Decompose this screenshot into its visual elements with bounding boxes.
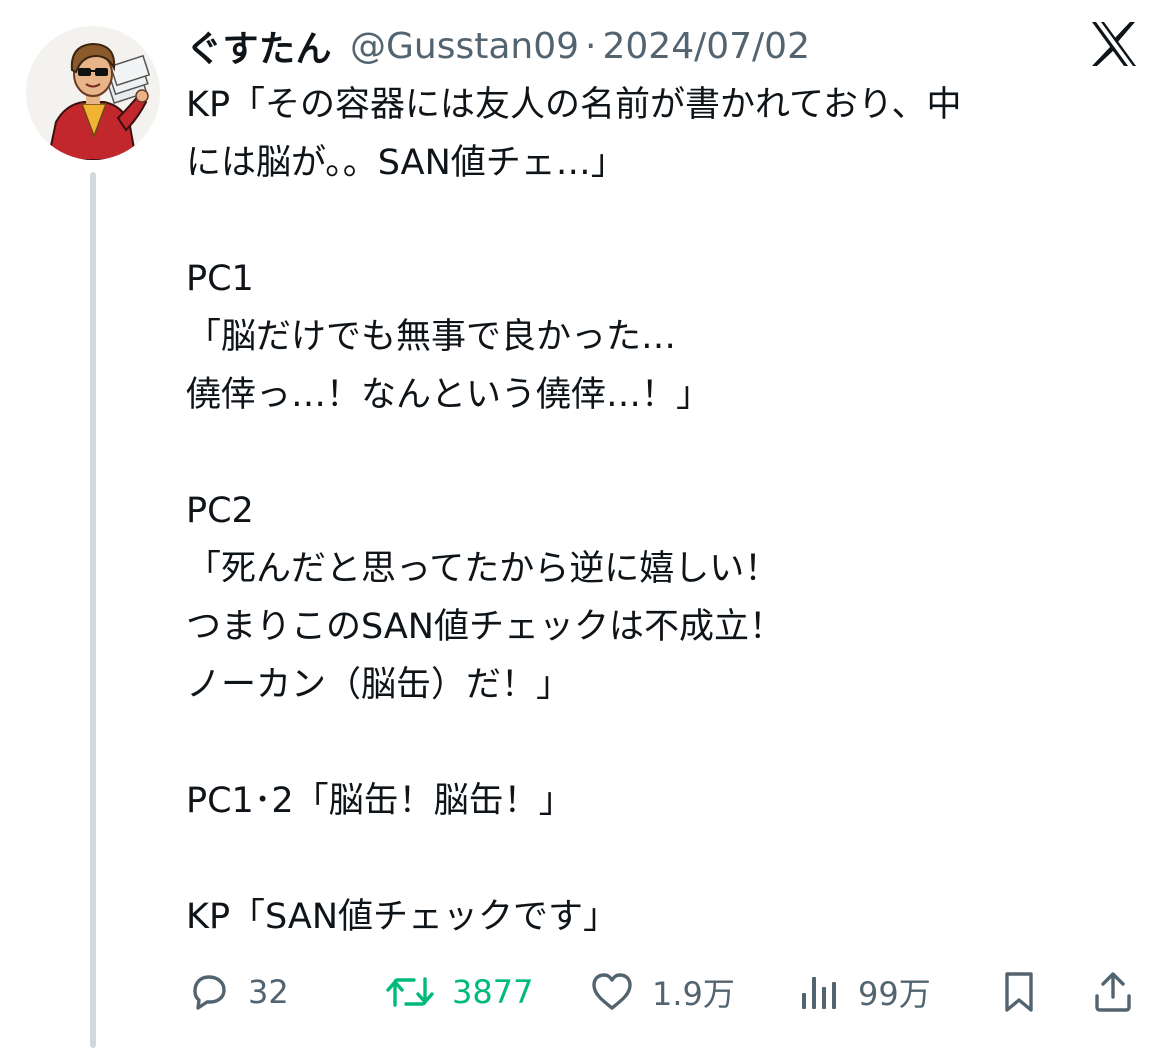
views-count: 99万 bbox=[858, 975, 931, 1013]
tweet-line: 「脳だけでも無事で良かった… bbox=[186, 317, 677, 357]
tweet-line bbox=[186, 192, 1146, 250]
views-chart-icon bbox=[802, 977, 836, 1009]
tweet-line: には脳が。。SAN値チェ…」 bbox=[186, 143, 626, 183]
tweet-line: つまりこのSAN値チェックは不成立！ bbox=[186, 607, 784, 647]
user-handle[interactable]: @Gusstan09 bbox=[350, 26, 579, 67]
x-logo-icon bbox=[1086, 16, 1142, 72]
share-icon bbox=[1095, 972, 1131, 1012]
tweet-line: KP「その容器には友人の名前が書かれており、中 bbox=[186, 85, 962, 125]
header-separator: · bbox=[585, 25, 597, 67]
tweet-text: KP「その容器には友人の名前が書かれており、中 には脳が。。SAN値チェ…」 P… bbox=[186, 76, 1146, 946]
display-name[interactable]: ぐすたん bbox=[186, 20, 332, 72]
thread-line bbox=[90, 172, 96, 1048]
tweet-line bbox=[186, 424, 1146, 482]
tweet-line bbox=[186, 830, 1146, 888]
reply-icon bbox=[193, 975, 226, 1010]
reply-count: 32 bbox=[248, 973, 289, 1011]
action-bar: 32 3877 1.9万 99万 bbox=[186, 962, 1146, 1022]
avatar-illustration bbox=[26, 26, 160, 160]
like-count: 1.9万 bbox=[652, 975, 735, 1013]
tweet-line: ノーカン（脳缶）だ！」 bbox=[186, 665, 572, 705]
retweet-icon bbox=[386, 977, 434, 1007]
tweet-line: PC2 bbox=[186, 491, 254, 531]
share-button[interactable] bbox=[1090, 962, 1136, 1022]
tweet-line: PC1･2「脳缶！脳缶！」 bbox=[186, 781, 574, 821]
tweet-line: 僥倖っ…！なんという僥倖…！」 bbox=[186, 375, 712, 415]
tweet-header: ぐすたん @Gusstan09 · 2024/07/02 bbox=[186, 18, 810, 74]
views-button[interactable]: 99万 bbox=[796, 962, 931, 1022]
heart-icon bbox=[592, 973, 632, 1010]
bookmark-icon bbox=[1005, 972, 1033, 1012]
retweet-count: 3877 bbox=[452, 973, 534, 1011]
tweet-line: 「死んだと思ってたから逆に嬉しい！ bbox=[186, 549, 780, 589]
like-button[interactable]: 1.9万 bbox=[588, 962, 735, 1022]
tweet-date[interactable]: 2024/07/02 bbox=[603, 26, 811, 67]
avatar[interactable] bbox=[26, 26, 160, 160]
tweet-line: KP「SAN値チェックです」 bbox=[186, 897, 619, 937]
reply-button[interactable]: 32 bbox=[186, 962, 289, 1022]
tweet-line bbox=[186, 714, 1146, 772]
bookmark-button[interactable] bbox=[996, 962, 1042, 1022]
retweet-button[interactable]: 3877 bbox=[384, 962, 533, 1022]
tweet-line: PC1 bbox=[186, 259, 254, 299]
